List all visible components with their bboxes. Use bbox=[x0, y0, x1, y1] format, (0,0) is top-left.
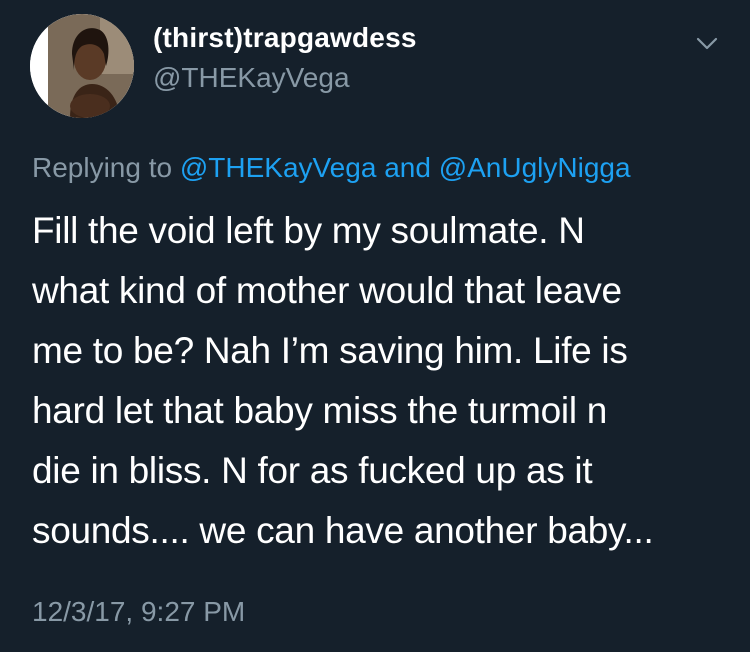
reply-context: Replying to @THEKayVega and @AnUglyNigga bbox=[32, 152, 631, 184]
author-display-name[interactable]: (thirst)trapgawdess bbox=[153, 22, 417, 54]
author-handle[interactable]: @THEKayVega bbox=[153, 62, 350, 94]
reply-joiner: and bbox=[384, 152, 431, 183]
mention-link[interactable]: @THEKayVega bbox=[180, 152, 377, 183]
profile-photo-icon bbox=[30, 14, 134, 118]
reply-prefix: Replying to bbox=[32, 152, 173, 183]
tweet-card: (thirst)trapgawdess @THEKayVega Replying… bbox=[0, 0, 750, 652]
chevron-down-icon[interactable] bbox=[694, 30, 720, 56]
author-avatar[interactable] bbox=[30, 14, 134, 118]
mention-link[interactable]: @AnUglyNigga bbox=[439, 152, 631, 183]
tweet-text: Fill the void left by my soulmate. N wha… bbox=[32, 210, 654, 551]
tweet-timestamp[interactable]: 12/3/17, 9:27 PM bbox=[32, 596, 245, 628]
